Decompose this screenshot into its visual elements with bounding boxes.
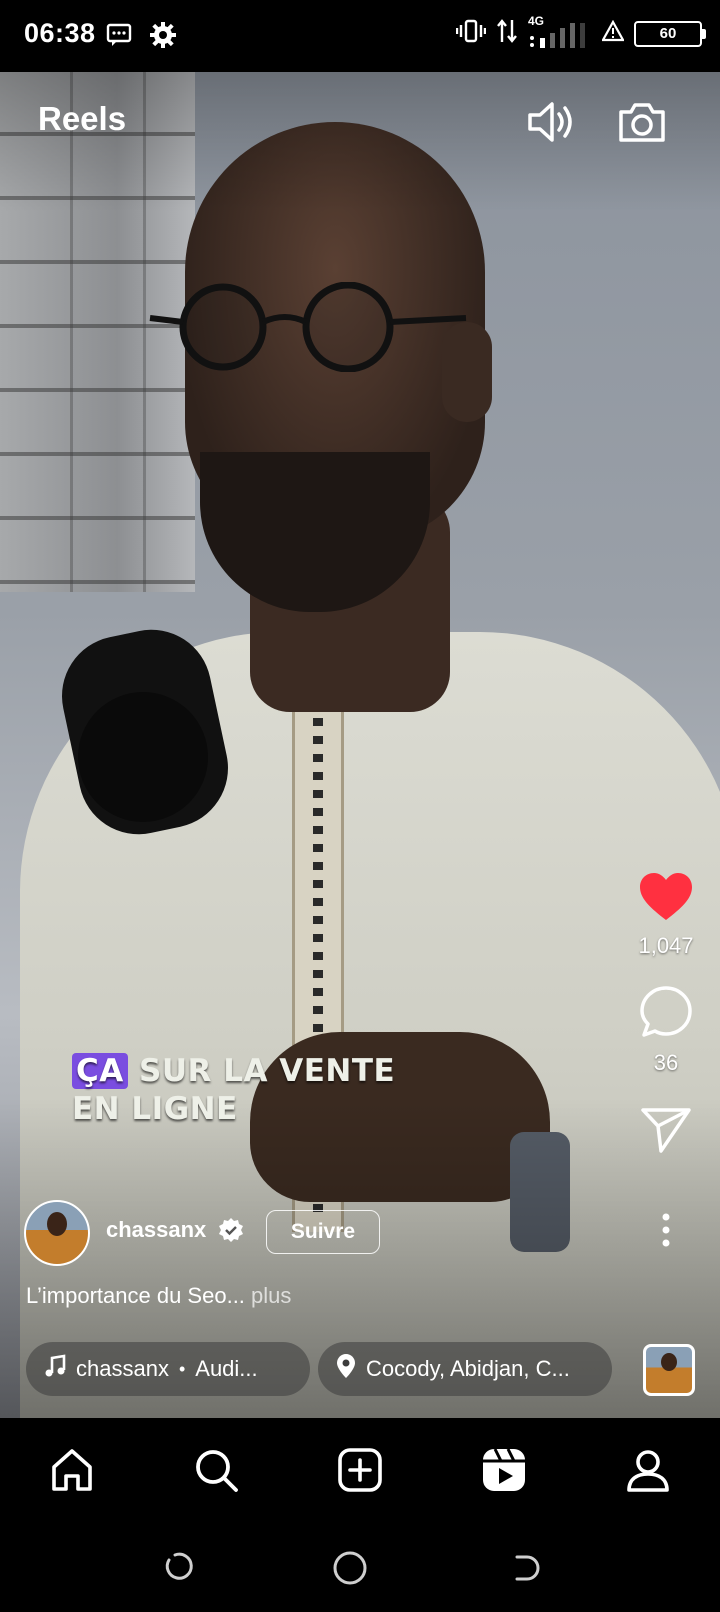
speaker-icon[interactable] [524,96,576,148]
music-note-icon [26,1354,76,1384]
page-title: Reels [38,100,127,137]
location-pill[interactable]: Cocody, Abidjan, C... [318,1342,612,1396]
audio-title: Audi... [195,1356,258,1381]
comment-icon[interactable] [639,985,693,1044]
settings-icon [150,22,176,53]
signal-icon: 4G [528,14,592,48]
message-icon [106,22,132,53]
caption-highlight: ÇA [72,1053,128,1089]
vibrate-icon [455,19,487,48]
reel-description[interactable]: L’importance du Seo... plus [26,1283,291,1309]
share-send-icon[interactable] [640,1106,692,1159]
profile-icon[interactable] [618,1440,678,1500]
audio-thumbnail[interactable] [643,1344,695,1396]
camera-icon[interactable] [616,96,668,148]
follow-button[interactable]: Suivre [266,1210,380,1254]
location-text: Cocody, Abidjan, C... [366,1356,570,1381]
author-avatar[interactable] [24,1200,90,1266]
home-circle-icon[interactable] [326,1544,374,1592]
data-arrows-icon [496,18,518,49]
comment-count: 36 [653,1050,679,1075]
system-nav-bar [0,1522,720,1612]
home-icon[interactable] [42,1440,102,1500]
reels-icon[interactable] [474,1440,534,1500]
video-text-caption: ÇA SUR LA VENTE EN LIGNE [72,1052,395,1128]
description-text: L’importance du Seo... [26,1283,245,1308]
author-username[interactable]: chassanx [106,1217,206,1243]
status-bar: 06:38 4G 60 [0,0,720,72]
bottom-nav [0,1418,720,1522]
side-actions: 1,047 36 [634,872,698,1252]
glasses [149,282,467,372]
like-count: 1,047 [638,933,694,958]
more-options-icon[interactable] [661,1213,671,1252]
audio-artist: chassanx [76,1356,169,1381]
audio-pill[interactable]: chassanx • Audi... [26,1342,310,1396]
create-icon[interactable] [330,1440,390,1500]
caption-line2: EN LIGNE [72,1091,238,1127]
verified-badge-icon [218,1217,244,1243]
caption-line1: SUR LA VENTE [127,1053,396,1089]
battery-icon: 60 [634,20,706,47]
location-pin-icon [318,1353,366,1385]
back-icon[interactable] [500,1544,548,1592]
audio-separator: • [178,1358,186,1379]
search-icon[interactable] [186,1440,246,1500]
alert-icon [601,19,625,47]
recent-apps-icon[interactable] [156,1544,204,1592]
like-heart-icon[interactable] [639,872,693,927]
more-link[interactable]: plus [245,1283,291,1308]
status-time: 06:38 [24,18,96,48]
